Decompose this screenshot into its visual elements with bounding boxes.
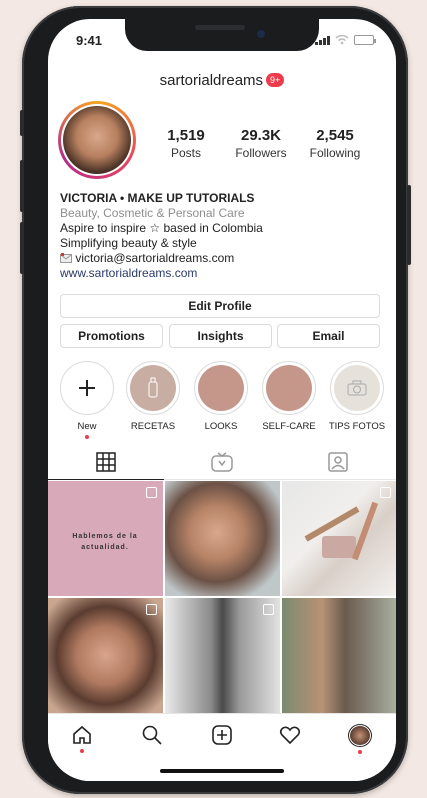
stat-posts[interactable]: 1,519 Posts: [156, 127, 216, 160]
carousel-icon: [263, 604, 274, 615]
highlight-tips-fotos[interactable]: TIPS FOTOS: [328, 361, 386, 432]
stat-followers[interactable]: 29.3K Followers: [226, 127, 296, 160]
highlight-label: New: [77, 421, 97, 432]
post-thumbnail[interactable]: Hablemos de la actualidad.: [48, 481, 163, 596]
volume-up-button: [20, 160, 24, 212]
tab-tagged[interactable]: [280, 444, 396, 480]
status-time: 9:41: [76, 33, 103, 48]
bio-email-row: victoria@sartorialdreams.com: [60, 251, 385, 266]
looks-thumbnail: [198, 365, 244, 411]
highlight-label: RECETAS: [130, 421, 176, 432]
posts-count: 1,519: [167, 127, 205, 144]
carousel-icon: [146, 487, 157, 498]
bio-line-1: Aspire to inspire ☆ based in Colombia: [60, 221, 263, 235]
post-thumbnail[interactable]: [282, 481, 396, 596]
following-count: 2,545: [316, 127, 354, 144]
edit-profile-button[interactable]: Edit Profile: [60, 294, 380, 318]
story-highlights: New RECETAS LOOKS SELF-CARE TIPS FOTOS: [58, 361, 396, 441]
grid-icon: [96, 451, 116, 472]
nav-activity[interactable]: [270, 724, 310, 754]
bio-email[interactable]: victoria@sartorialdreams.com: [75, 251, 234, 265]
status-icons: [315, 35, 376, 45]
post-text: Hablemos de la actualidad.: [72, 533, 138, 551]
post-thumbnail[interactable]: [48, 598, 163, 713]
avatar-photo: [63, 106, 131, 174]
highlight-self-care[interactable]: SELF-CARE: [260, 361, 318, 432]
new-dot-indicator: [85, 435, 89, 439]
promotions-button[interactable]: Promotions: [60, 324, 163, 348]
bio-category: Beauty, Cosmetic & Personal Care: [60, 206, 245, 220]
tagged-icon: [328, 452, 348, 472]
plus-icon: [64, 365, 110, 411]
profile-avatar[interactable]: [58, 101, 136, 179]
bio-website-link[interactable]: www.sartorialdreams.com: [60, 266, 385, 281]
insights-button[interactable]: Insights: [169, 324, 272, 348]
highlight-label: LOOKS: [204, 421, 238, 432]
nav-profile[interactable]: [340, 724, 380, 754]
highlight-new[interactable]: New: [58, 361, 116, 439]
posts-label: Posts: [170, 146, 201, 160]
tab-grid[interactable]: [48, 444, 164, 480]
carousel-icon: [146, 604, 157, 615]
email-button[interactable]: Email: [277, 324, 380, 348]
nav-search[interactable]: [132, 724, 172, 754]
notification-badge[interactable]: 9+: [266, 73, 285, 87]
followers-label: Followers: [235, 146, 287, 160]
post-thumbnail[interactable]: [165, 481, 280, 596]
home-dot-indicator: [80, 749, 84, 753]
profile-tabs: [48, 444, 396, 480]
igtv-icon: [211, 452, 233, 472]
home-indicator: [160, 769, 284, 773]
home-icon: [73, 725, 91, 744]
post-thumbnail[interactable]: [165, 598, 280, 713]
wifi-icon: [335, 35, 349, 45]
notch: [125, 19, 319, 51]
header: sartorialdreams 9+: [48, 72, 396, 90]
heart-icon: [279, 726, 301, 745]
bio-line-2: Simplifying beauty & style: [60, 236, 197, 250]
profile-dot-indicator: [358, 750, 362, 754]
mute-switch: [20, 110, 24, 136]
highlight-label: SELF-CARE: [262, 421, 316, 432]
camera-icon: [334, 365, 380, 411]
search-icon: [142, 725, 162, 745]
highlight-looks[interactable]: LOOKS: [192, 361, 250, 432]
following-label: Following: [309, 146, 361, 160]
volume-down-button: [20, 222, 24, 274]
post-thumbnail[interactable]: [282, 598, 396, 713]
bio-name: VICTORIA • MAKE UP TUTORIALS: [60, 191, 255, 205]
username[interactable]: sartorialdreams: [160, 72, 263, 89]
profile-stats: 1,519 Posts 29.3K Followers 2,545 Follow…: [156, 127, 370, 160]
followers-count: 29.3K: [240, 127, 282, 144]
highlight-label: TIPS FOTOS: [328, 421, 386, 432]
stat-following[interactable]: 2,545 Following: [300, 127, 370, 160]
bottle-icon: [130, 365, 176, 411]
envelope-icon: [60, 253, 72, 263]
battery-icon: [354, 35, 376, 45]
highlight-recetas[interactable]: RECETAS: [124, 361, 182, 432]
profile-bio: VICTORIA • MAKE UP TUTORIALS Beauty, Cos…: [60, 191, 385, 281]
screen: 9:41 sartorialdreams 9+ 1,519 Posts 29.3K…: [48, 19, 396, 781]
nav-create[interactable]: [202, 724, 242, 754]
add-post-icon: [212, 725, 232, 745]
power-button: [407, 185, 411, 265]
self-care-thumbnail: [266, 365, 312, 411]
carousel-icon: [380, 487, 391, 498]
posts-grid: Hablemos de la actualidad.: [48, 481, 396, 713]
tab-igtv[interactable]: [164, 444, 280, 480]
profile-avatar-icon: [348, 724, 372, 748]
nav-home[interactable]: [62, 724, 102, 754]
